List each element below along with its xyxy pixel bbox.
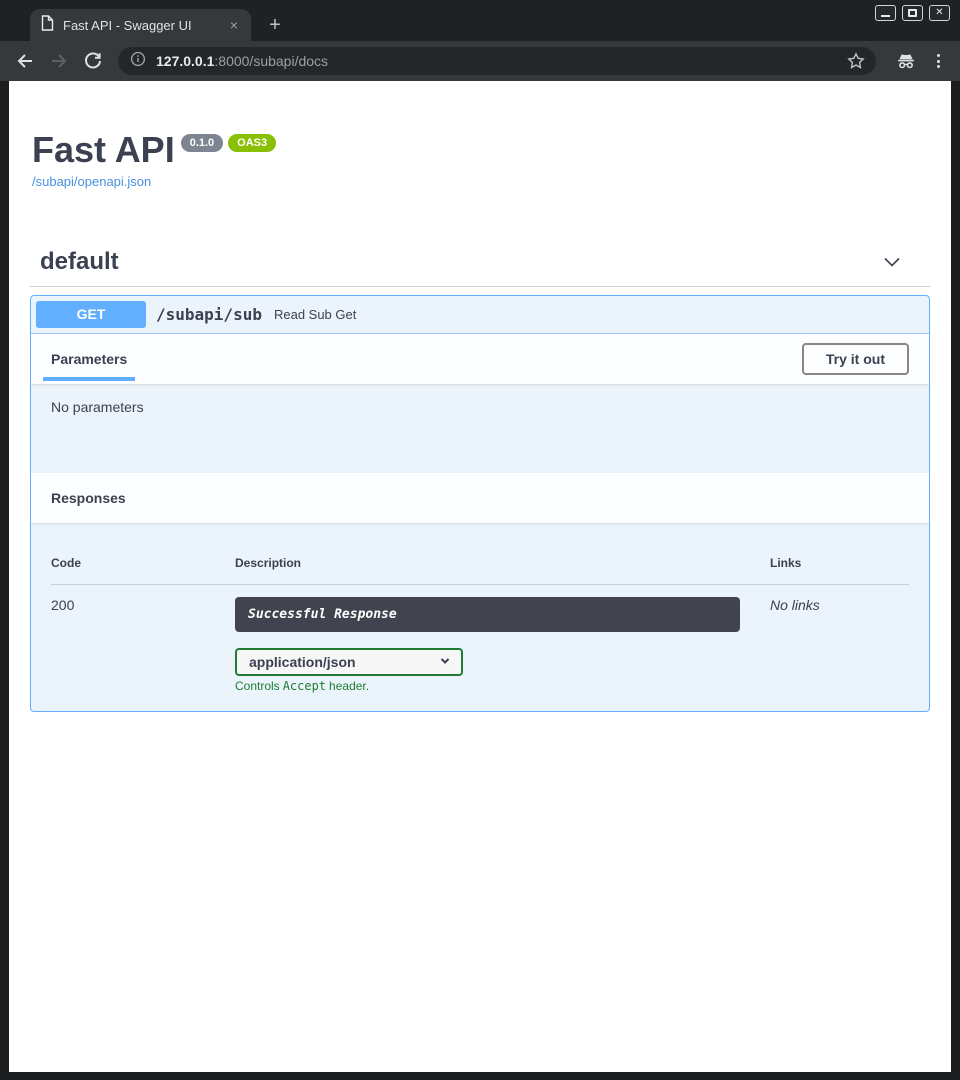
operation-block: GET /subapi/sub Read Sub Get Parameters … (30, 295, 930, 712)
back-icon[interactable] (14, 50, 36, 72)
url-text[interactable]: 127.0.0.1:8000/subapi/docs (156, 53, 836, 69)
url-path: :8000/subapi/docs (214, 53, 328, 69)
collapse-chevron-icon[interactable] (881, 253, 903, 276)
http-method-badge: GET (36, 301, 146, 328)
oas3-badge: OAS3 (228, 134, 276, 152)
url-bar[interactable]: 127.0.0.1:8000/subapi/docs (118, 47, 876, 75)
bookmark-star-icon[interactable] (844, 49, 868, 73)
column-links: Links (770, 556, 909, 570)
window-controls: ✕ (875, 5, 950, 21)
tab-title: Fast API - Swagger UI (63, 18, 225, 33)
incognito-icon (894, 49, 918, 73)
parameters-header: Parameters Try it out (31, 334, 929, 384)
document-icon (40, 15, 55, 36)
responses-label: Responses (51, 490, 126, 506)
minimize-icon (881, 15, 890, 17)
api-title: Fast API (32, 131, 175, 169)
tag-name: default (40, 248, 119, 276)
parameters-body: No parameters (31, 384, 929, 473)
responses-body: Code Description Links 200 Successful Re… (31, 523, 929, 711)
operation-summary[interactable]: GET /subapi/sub Read Sub Get (31, 296, 929, 334)
media-type-value: application/json (249, 654, 356, 670)
tag-section-header[interactable]: default (30, 248, 930, 287)
operation-path: /subapi/sub (156, 305, 262, 324)
maximize-icon (908, 9, 917, 17)
response-row: 200 Successful Response application/json… (51, 585, 909, 693)
parameters-label: Parameters (51, 351, 127, 367)
no-links-text: No links (770, 597, 820, 613)
menu-kebab-icon[interactable] (926, 49, 950, 73)
try-it-out-button[interactable]: Try it out (802, 343, 909, 375)
tab-strip: Fast API - Swagger UI × + ✕ (0, 0, 960, 41)
response-code: 200 (51, 597, 235, 693)
chevron-down-icon (438, 654, 452, 671)
minimize-button[interactable] (875, 5, 896, 21)
column-description: Description (235, 556, 770, 570)
tab-close-icon[interactable]: × (225, 16, 243, 34)
new-tab-button[interactable]: + (264, 14, 286, 36)
page-content: Fast API 0.1.0 OAS3 /subapi/openapi.json… (9, 81, 951, 1072)
browser-toolbar: 127.0.0.1:8000/subapi/docs (0, 41, 960, 81)
responses-table-header: Code Description Links (51, 543, 909, 585)
response-description-box: Successful Response (235, 597, 740, 632)
column-code: Code (51, 556, 235, 570)
accept-header-hint: ControlsAcceptheader. (235, 679, 740, 693)
openapi-spec-link[interactable]: /subapi/openapi.json (32, 174, 151, 189)
close-button[interactable]: ✕ (929, 5, 950, 21)
no-parameters-text: No parameters (51, 399, 144, 415)
version-badge: 0.1.0 (181, 134, 223, 152)
forward-icon[interactable] (48, 50, 70, 72)
media-type-select[interactable]: application/json (235, 648, 463, 676)
operation-description: Read Sub Get (274, 307, 356, 322)
browser-tab[interactable]: Fast API - Swagger UI × (30, 9, 251, 41)
tab-parameters[interactable]: Parameters (43, 334, 135, 384)
maximize-button[interactable] (902, 5, 923, 21)
responses-header: Responses (31, 473, 929, 523)
reload-icon[interactable] (82, 50, 104, 72)
site-info-icon[interactable] (130, 51, 146, 72)
api-info: Fast API 0.1.0 OAS3 /subapi/openapi.json (30, 81, 930, 191)
url-host: 127.0.0.1 (156, 53, 214, 69)
